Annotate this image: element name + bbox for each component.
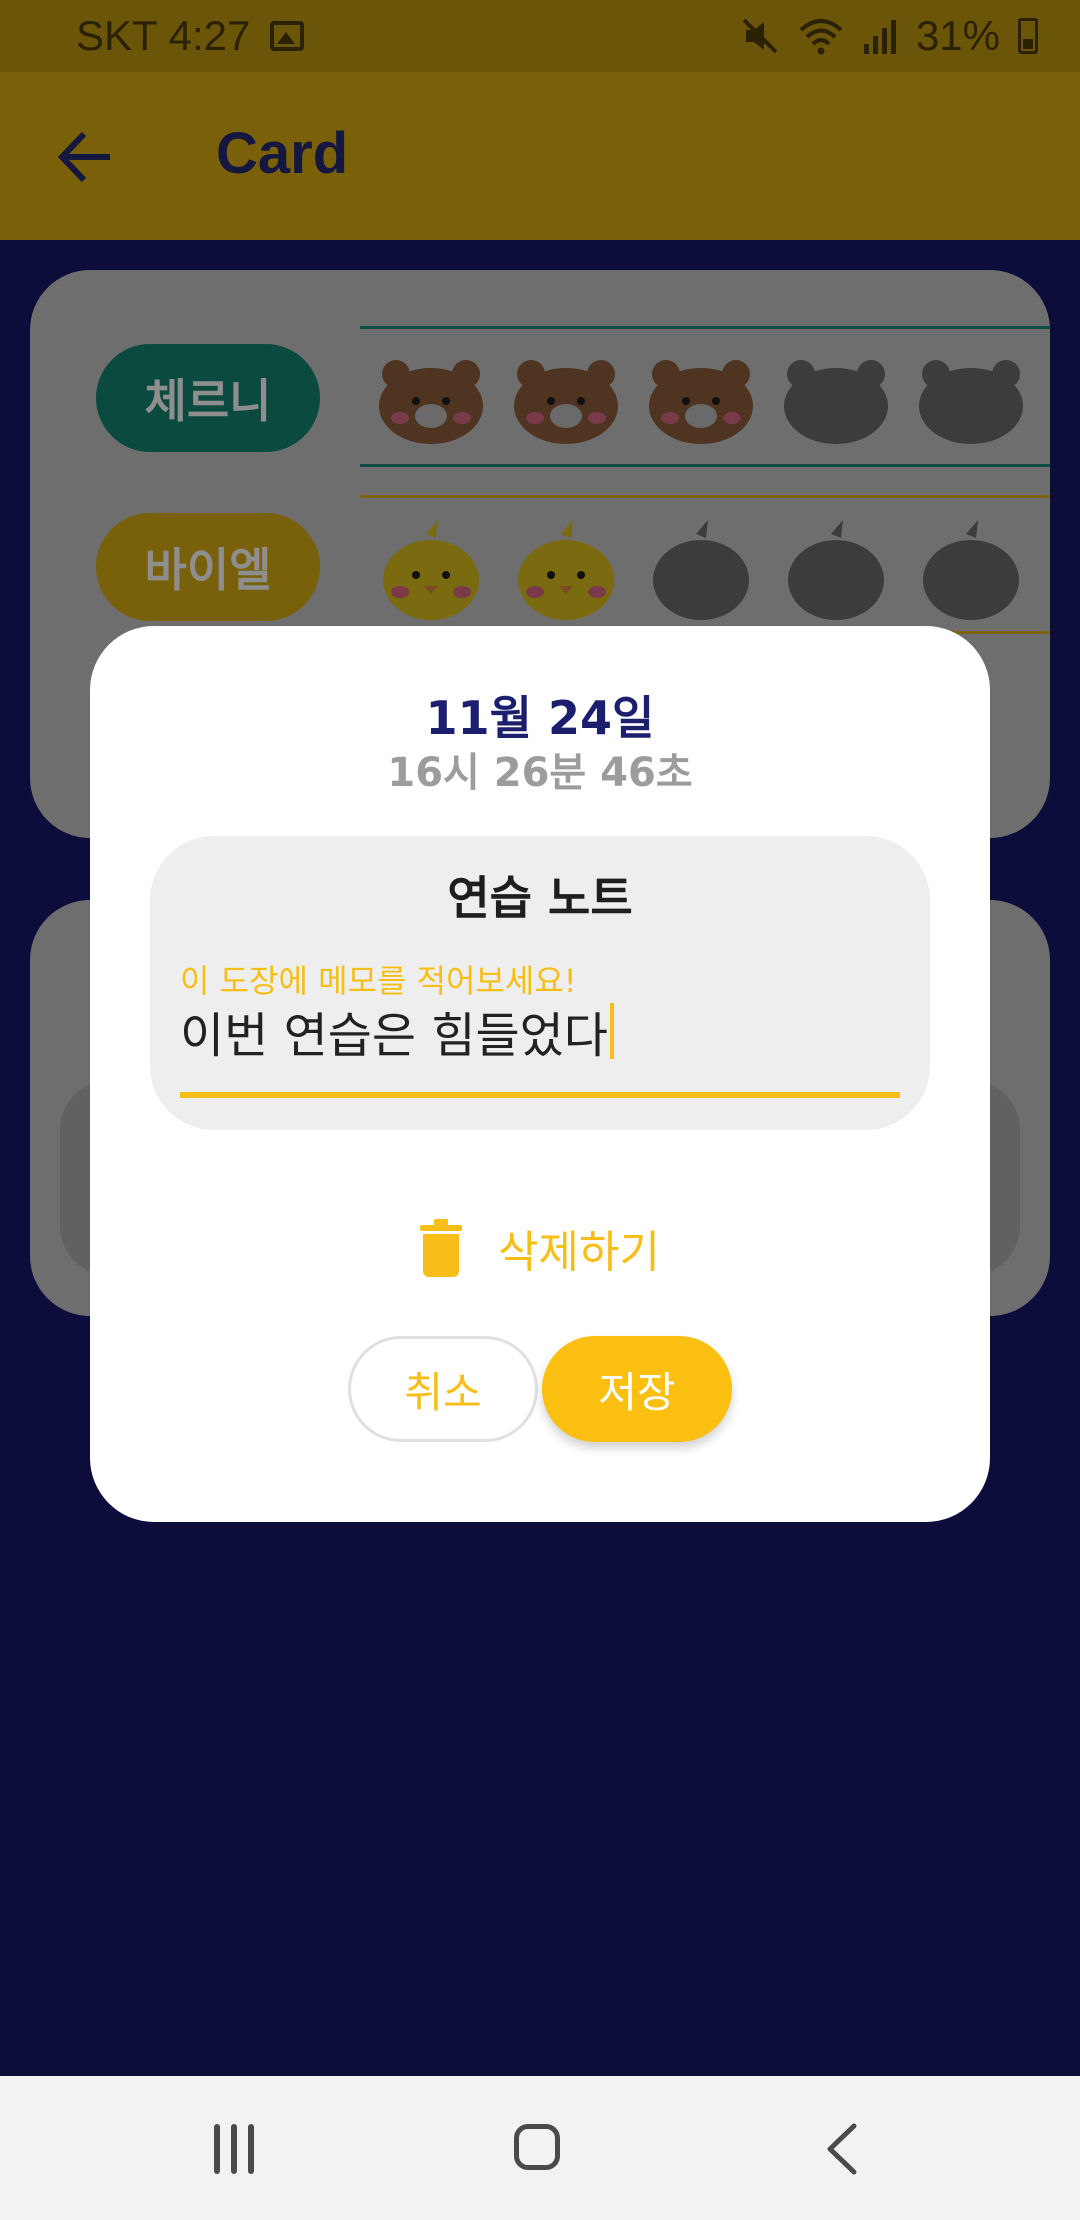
row-divider xyxy=(360,464,1050,467)
bear-sticker[interactable] xyxy=(646,356,756,446)
carrier-time: SKT 4:27 xyxy=(76,12,251,59)
dialog-date: 11월 24일 xyxy=(425,691,655,745)
chick-sticker-empty[interactable] xyxy=(781,520,891,620)
note-dialog: 11월 24일 16시 26분 46초 연습 노트 이 도장에 메모를 적어보세… xyxy=(90,626,990,1522)
cancel-button[interactable]: 취소 xyxy=(348,1336,538,1442)
chick-sticker-empty[interactable] xyxy=(646,520,756,620)
note-title: 연습 노트 xyxy=(447,871,633,925)
row-divider xyxy=(360,326,1050,329)
row-label-violet[interactable]: 바이엘 xyxy=(96,513,320,621)
arrow-left-icon[interactable] xyxy=(52,122,122,192)
save-button[interactable]: 저장 xyxy=(542,1336,732,1442)
bear-sticker-empty[interactable] xyxy=(916,356,1026,446)
delete-label: 삭제하기 xyxy=(498,1227,660,1278)
text-caret xyxy=(609,1003,614,1059)
page-title: Card xyxy=(216,121,349,186)
trash-icon xyxy=(420,1219,462,1277)
status-bar: SKT 4:27 31% xyxy=(0,0,1080,72)
chick-sticker[interactable] xyxy=(376,520,486,620)
recents-icon[interactable] xyxy=(210,2124,258,2174)
gallery-icon xyxy=(270,21,305,51)
signal-icon xyxy=(863,20,896,54)
note-box: 연습 노트 이 도장에 메모를 적어보세요! 이번 연습은 힘들었다 xyxy=(150,836,930,1130)
chick-sticker-empty[interactable] xyxy=(916,520,1026,620)
back-nav-icon[interactable] xyxy=(818,2122,868,2176)
input-underline xyxy=(180,1092,900,1098)
chick-sticker[interactable] xyxy=(511,520,621,620)
battery-text: 31% xyxy=(915,12,1000,59)
memo-input[interactable]: 이번 연습은 힘들었다 xyxy=(180,996,614,1066)
system-nav-bar xyxy=(0,2076,1080,2220)
row-divider xyxy=(360,495,1050,498)
row-label-cherny[interactable]: 체르니 xyxy=(96,344,320,452)
battery-icon xyxy=(1018,18,1038,54)
wifi-icon xyxy=(799,19,843,55)
home-icon[interactable] xyxy=(514,2124,560,2170)
mute-icon xyxy=(742,18,778,54)
bear-sticker[interactable] xyxy=(376,356,486,446)
bear-sticker[interactable] xyxy=(511,356,621,446)
dialog-time: 16시 26분 46초 xyxy=(387,750,693,796)
memo-input-value: 이번 연습은 힘들었다 xyxy=(180,1008,608,1064)
app-bar: Card xyxy=(0,72,1080,240)
delete-button[interactable]: 삭제하기 xyxy=(420,1216,660,1280)
bear-sticker-empty[interactable] xyxy=(781,356,891,446)
